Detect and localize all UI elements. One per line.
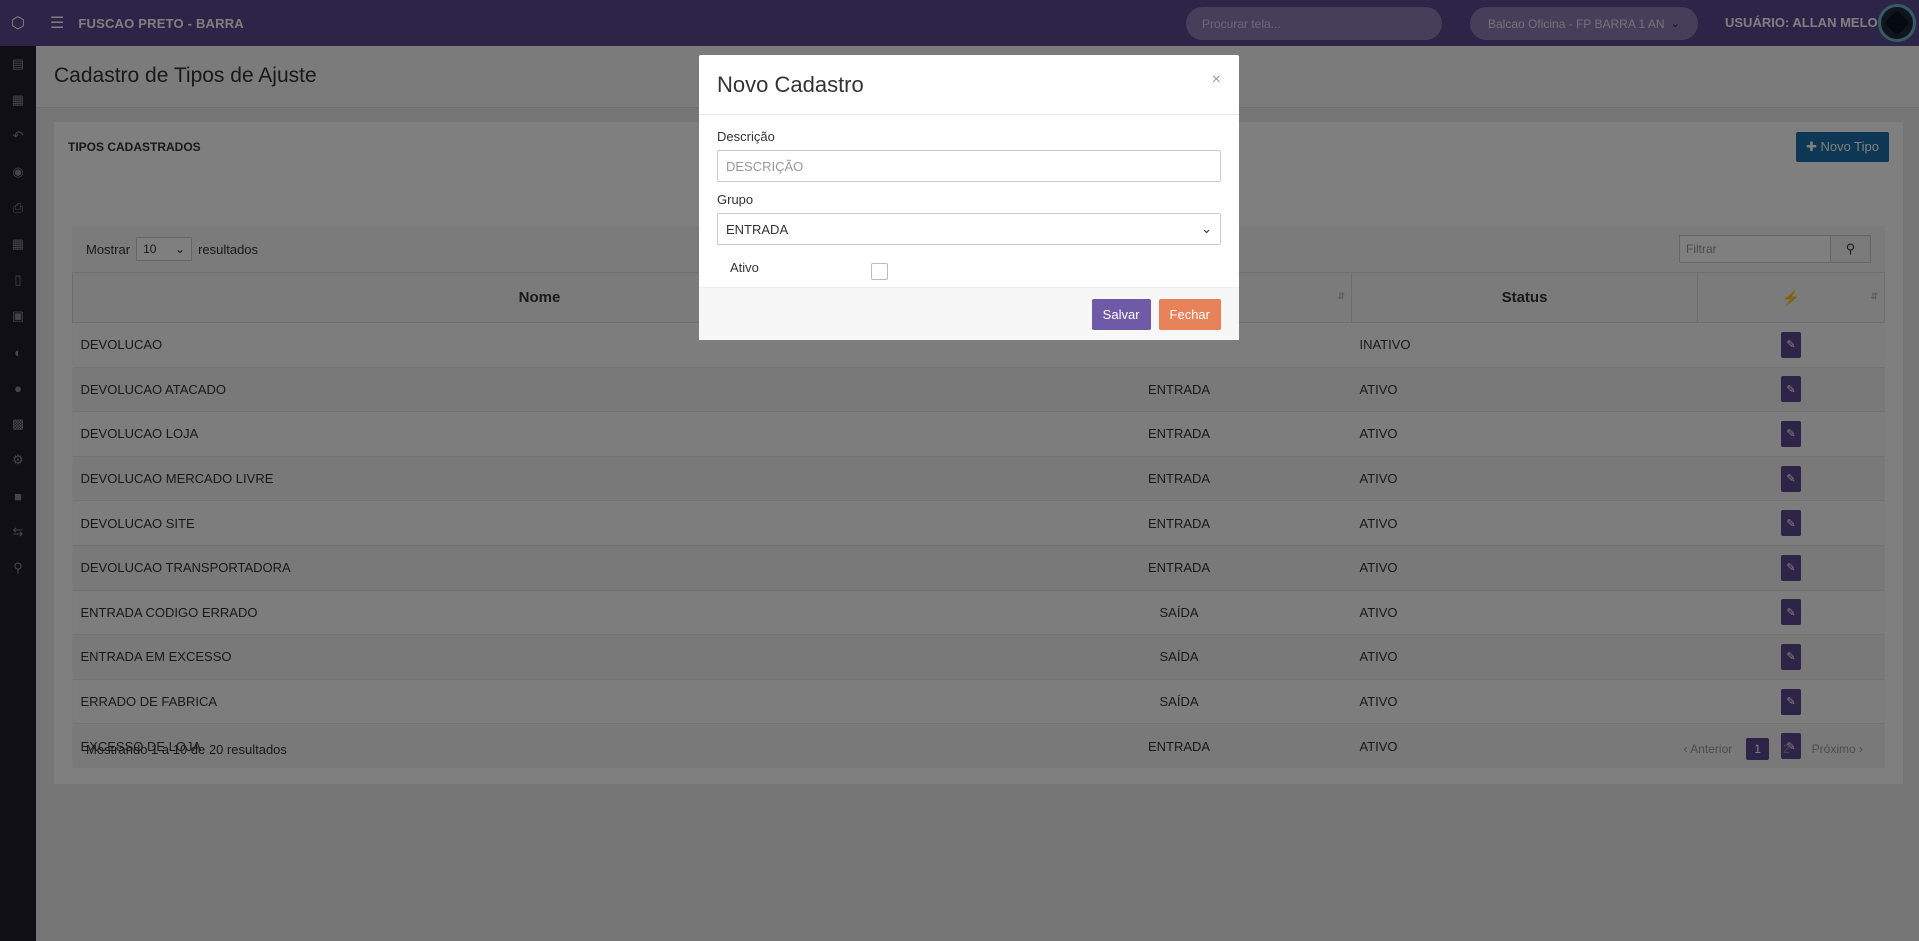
modal-header: Novo Cadastro × xyxy=(699,55,1239,115)
group-select-value: ENTRADA xyxy=(726,221,789,237)
active-label: Ativo xyxy=(730,260,759,275)
close-button[interactable]: Fechar xyxy=(1158,298,1221,330)
modal-body: Descrição DESCRIÇÃO Grupo ENTRADA ⌄ Ativ… xyxy=(699,115,1239,280)
active-row: Ativo xyxy=(717,255,1221,280)
active-checkbox[interactable] xyxy=(870,263,888,280)
new-record-modal: Novo Cadastro × Descrição DESCRIÇÃO Grup… xyxy=(699,55,1239,340)
group-select[interactable]: ENTRADA ⌄ xyxy=(717,213,1221,245)
description-input[interactable]: DESCRIÇÃO xyxy=(717,150,1221,182)
close-icon[interactable]: × xyxy=(1212,71,1221,89)
description-label: Descrição xyxy=(717,129,775,144)
modal-footer: Salvar Fechar xyxy=(699,287,1239,340)
chevron-down-icon: ⌄ xyxy=(1201,221,1212,236)
save-button[interactable]: Salvar xyxy=(1091,298,1151,330)
group-label: Grupo xyxy=(717,192,754,207)
modal-title: Novo Cadastro xyxy=(717,71,864,97)
